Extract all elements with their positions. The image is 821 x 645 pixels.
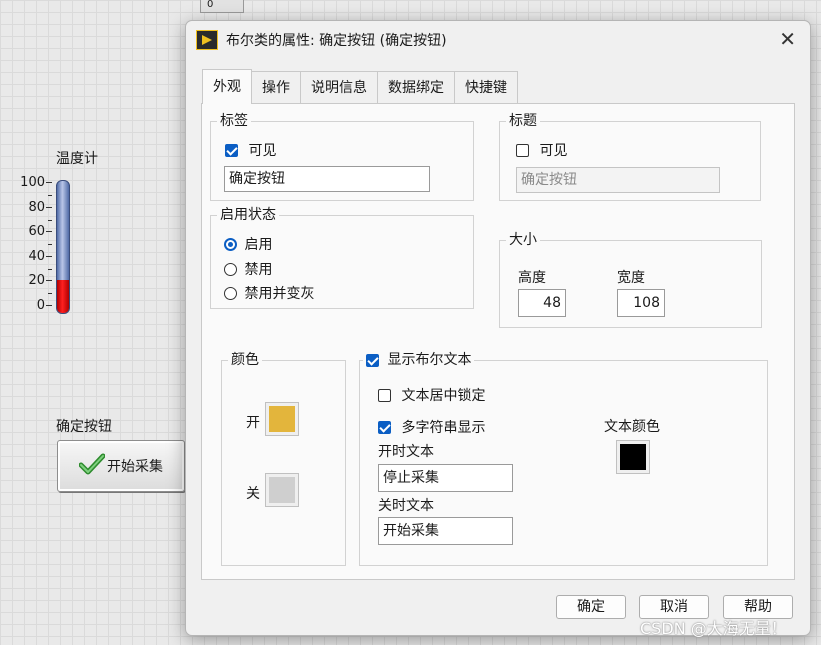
on-color-label: 开 (246, 415, 260, 431)
height-label: 高度 (518, 270, 546, 286)
start-acquisition-button[interactable]: 开始采集 (57, 440, 185, 492)
text-color-swatch[interactable] (616, 440, 650, 474)
bool-button-text: 开始采集 (107, 459, 163, 475)
on-text-field[interactable]: 停止采集 (378, 464, 513, 492)
tab-panel-appearance: 标签 可见 确定按钮 标题 可见 确定按钮 启用状态 启用 禁用 禁用并变灰 大… (201, 103, 795, 580)
size-group: 大小 高度 48 宽度 108 (499, 231, 762, 328)
enabled-radio[interactable] (224, 237, 237, 251)
off-text-label: 关时文本 (378, 498, 434, 514)
tab-documentation[interactable]: 说明信息 (300, 71, 378, 104)
thermometer-tick: 100 (20, 176, 52, 190)
show-boolean-text-checkbox[interactable] (366, 353, 379, 367)
numeric-indicator: 0 (200, 0, 244, 13)
caption-group-title: 标题 (506, 112, 540, 130)
enable-state-group: 启用状态 启用 禁用 禁用并变灰 (210, 206, 474, 309)
on-color-swatch[interactable] (265, 402, 299, 436)
ok-button[interactable]: 确定 (556, 595, 626, 619)
caption-visible-checkbox[interactable] (516, 143, 529, 157)
checkmark-icon (78, 453, 106, 479)
text-color-label: 文本颜色 (604, 419, 660, 435)
center-lock-option[interactable]: 文本居中锁定 (378, 385, 485, 405)
show-boolean-text-label: 显示布尔文本 (387, 352, 472, 368)
multi-string-label: 多字符串显示 (401, 420, 486, 436)
enable-option-disabled[interactable]: 禁用 (224, 259, 272, 279)
off-color-label: 关 (246, 486, 260, 502)
tab-bar: 外观 操作 说明信息 数据绑定 快捷键 (202, 69, 518, 104)
disabled-radio[interactable] (224, 262, 237, 276)
enabled-radio-label: 启用 (244, 237, 273, 253)
dialog-title: 布尔类的属性: 确定按钮 (确定按钮) (226, 33, 447, 49)
label-group-title: 标签 (217, 112, 251, 130)
caption-text-field: 确定按钮 (516, 167, 720, 193)
tab-operation[interactable]: 操作 (251, 71, 301, 104)
off-color-swatch[interactable] (265, 473, 299, 507)
multi-string-checkbox[interactable] (378, 420, 391, 434)
caption-visible-option[interactable]: 可见 (516, 140, 567, 160)
enable-state-title: 启用状态 (217, 206, 279, 224)
boolean-text-group: 显示布尔文本 文本居中锁定 多字符串显示 开时文本 停止采集 关时文本 开始采集… (359, 351, 768, 566)
tab-data-binding[interactable]: 数据绑定 (377, 71, 455, 104)
label-group: 标签 可见 确定按钮 (210, 112, 474, 201)
bool-button-label: 确定按钮 (56, 419, 112, 435)
thermometer-tick: 80 (28, 201, 52, 215)
label-visible-checkbox[interactable] (225, 143, 238, 157)
enable-option-disabled-grayed[interactable]: 禁用并变灰 (224, 283, 314, 303)
label-visible-option[interactable]: 可见 (225, 140, 276, 160)
center-lock-label: 文本居中锁定 (401, 388, 486, 404)
disabled-grayed-radio[interactable] (224, 286, 237, 300)
disabled-radio-label: 禁用 (244, 262, 273, 278)
label-text-field[interactable]: 确定按钮 (224, 166, 430, 192)
label-visible-text: 可见 (248, 143, 277, 159)
thermometer-tick: 20 (28, 274, 52, 288)
on-text-label: 开时文本 (378, 444, 434, 460)
close-icon[interactable]: ✕ (779, 29, 796, 49)
labview-icon (196, 30, 218, 50)
tab-appearance[interactable]: 外观 (202, 69, 252, 104)
multi-string-option[interactable]: 多字符串显示 (378, 417, 485, 437)
caption-visible-text: 可见 (539, 143, 568, 159)
thermometer-label: 温度计 (56, 151, 98, 167)
show-boolean-text-option[interactable]: 显示布尔文本 (363, 351, 475, 369)
thermometer-tick: 60 (28, 225, 52, 239)
caption-group: 标题 可见 确定按钮 (499, 112, 761, 201)
enable-option-enabled[interactable]: 启用 (224, 234, 272, 254)
thermometer-tick: 0 (37, 299, 52, 313)
colors-group-title: 颜色 (228, 351, 262, 369)
colors-group: 颜色 开 关 (221, 351, 346, 566)
dialog-titlebar[interactable]: 布尔类的属性: 确定按钮 (确定按钮) ✕ (186, 21, 810, 59)
width-label: 宽度 (617, 270, 645, 286)
tab-shortcuts[interactable]: 快捷键 (454, 71, 518, 104)
thermometer[interactable] (56, 180, 70, 314)
properties-dialog: 布尔类的属性: 确定按钮 (确定按钮) ✕ 外观 操作 说明信息 数据绑定 快捷… (185, 20, 811, 636)
width-field[interactable]: 108 (617, 289, 665, 317)
thermometer-scale: 100 80 60 40 20 0 (18, 176, 52, 316)
size-group-title: 大小 (506, 231, 540, 249)
off-text-field[interactable]: 开始采集 (378, 517, 513, 545)
disabled-grayed-radio-label: 禁用并变灰 (244, 286, 315, 302)
watermark: CSDN @大海无量！ (640, 619, 787, 638)
thermometer-tick: 40 (28, 250, 52, 264)
center-lock-checkbox[interactable] (378, 388, 391, 402)
height-field[interactable]: 48 (518, 289, 566, 317)
thermometer-fill (57, 280, 69, 313)
